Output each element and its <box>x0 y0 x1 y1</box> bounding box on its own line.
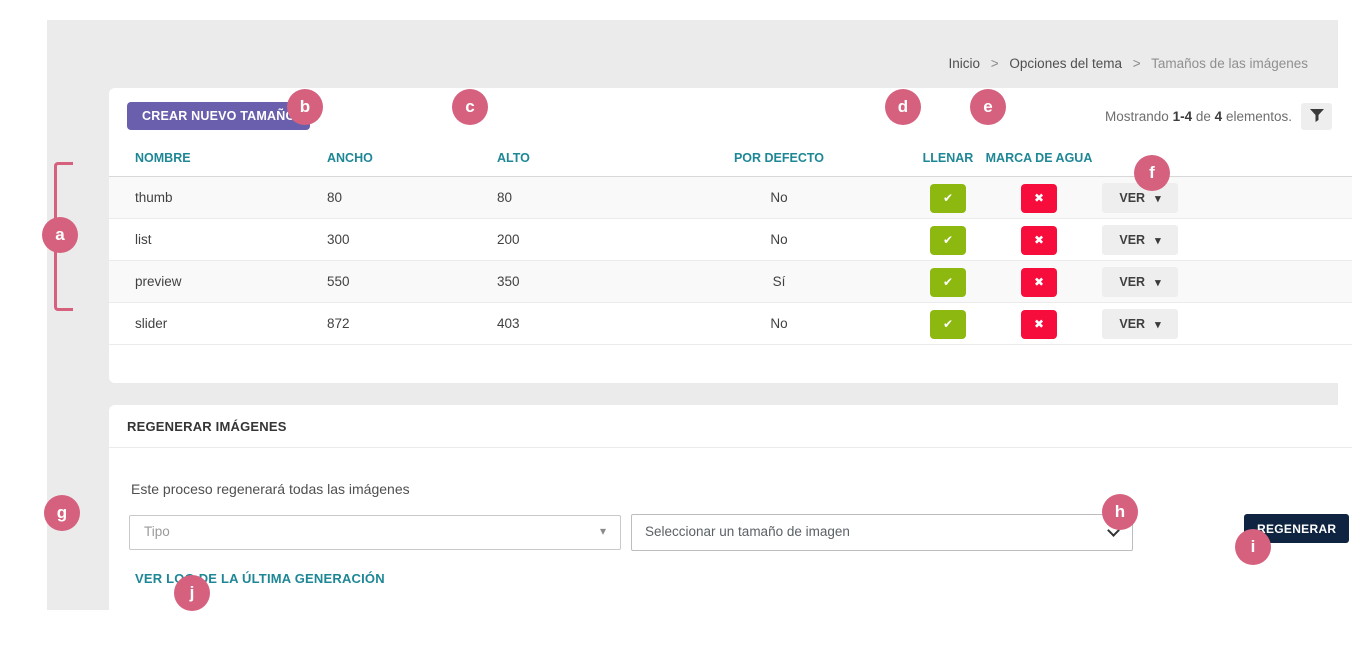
annotation-i: i <box>1235 529 1271 565</box>
column-header-nombre[interactable]: NOMBRE <box>135 151 191 165</box>
cell-nombre: slider <box>135 303 167 345</box>
annotation-d: d <box>885 89 921 125</box>
check-icon: ✔ <box>943 233 953 247</box>
content-background: Inicio > Opciones del tema > Tamaños de … <box>47 20 1338 610</box>
annotation-f: f <box>1134 155 1170 191</box>
table-body: thumb 80 80 No ✔ ✖ VER ▾ list 300 200 No … <box>109 176 1352 345</box>
check-button[interactable]: ✔ <box>930 310 966 339</box>
ver-dropdown-button[interactable]: VER ▾ <box>1102 267 1178 297</box>
annotation-h: h <box>1102 494 1138 530</box>
showing-total: 4 <box>1215 109 1223 124</box>
cell-alto: 200 <box>497 219 520 261</box>
column-header-alto[interactable]: ALTO <box>497 151 530 165</box>
annotation-j: j <box>174 575 210 611</box>
cell-ancho: 300 <box>327 219 350 261</box>
cell-por-defecto: No <box>669 177 889 219</box>
table-row: slider 872 403 No ✔ ✖ VER ▾ <box>109 303 1352 345</box>
showing-of: de <box>1196 109 1211 124</box>
ver-dropdown-button[interactable]: VER ▾ <box>1102 309 1178 339</box>
cross-button[interactable]: ✖ <box>1021 226 1057 255</box>
annotation-e: e <box>970 89 1006 125</box>
table-row: preview 550 350 Sí ✔ ✖ VER ▾ <box>109 261 1352 303</box>
annotation-b: b <box>287 89 323 125</box>
breadcrumb-separator: > <box>1133 56 1141 71</box>
x-icon: ✖ <box>1034 275 1044 289</box>
cross-button[interactable]: ✖ <box>1021 268 1057 297</box>
cross-button[interactable]: ✖ <box>1021 310 1057 339</box>
cell-por-defecto: Sí <box>669 261 889 303</box>
check-button[interactable]: ✔ <box>930 268 966 297</box>
filter-button[interactable] <box>1301 103 1332 130</box>
cell-alto: 403 <box>497 303 520 345</box>
check-icon: ✔ <box>943 275 953 289</box>
regenerate-card-title: REGENERAR IMÁGENES <box>127 419 287 434</box>
page: Inicio > Opciones del tema > Tamaños de … <box>0 0 1352 646</box>
cell-alto: 350 <box>497 261 520 303</box>
image-sizes-card: CREAR NUEVO TAMAÑO Mostrando 1-4 de 4 el… <box>109 88 1352 383</box>
cell-por-defecto: No <box>669 219 889 261</box>
cross-button[interactable]: ✖ <box>1021 184 1057 213</box>
ver-label: VER <box>1119 317 1145 331</box>
caret-down-icon: ▾ <box>1155 235 1161 247</box>
x-icon: ✖ <box>1034 233 1044 247</box>
check-icon: ✔ <box>943 317 953 331</box>
table-row: list 300 200 No ✔ ✖ VER ▾ <box>109 219 1352 261</box>
column-header-ancho[interactable]: ANCHO <box>327 151 373 165</box>
cell-nombre: list <box>135 219 152 261</box>
type-select-placeholder: Tipo <box>144 524 170 539</box>
regenerate-images-card: REGENERAR IMÁGENES Este proceso regenera… <box>109 405 1352 615</box>
x-icon: ✖ <box>1034 317 1044 331</box>
breadcrumb-separator: > <box>991 56 999 71</box>
check-button[interactable]: ✔ <box>930 184 966 213</box>
cell-alto: 80 <box>497 177 512 219</box>
ver-dropdown-button[interactable]: VER ▾ <box>1102 183 1178 213</box>
cell-por-defecto: No <box>669 303 889 345</box>
ver-label: VER <box>1119 191 1145 205</box>
showing-range: 1-4 <box>1173 109 1193 124</box>
column-header-marca-de-agua[interactable]: MARCA DE AGUA <box>975 151 1103 165</box>
image-size-select-value: Seleccionar un tamaño de imagen <box>645 524 850 539</box>
type-select[interactable]: Tipo ▾ <box>129 515 621 550</box>
cell-ancho: 550 <box>327 261 350 303</box>
image-size-select[interactable]: Seleccionar un tamaño de imagen <box>631 514 1133 551</box>
breadcrumb-opciones-del-tema[interactable]: Opciones del tema <box>1009 56 1122 71</box>
caret-down-icon: ▾ <box>1155 319 1161 331</box>
x-icon: ✖ <box>1034 191 1044 205</box>
funnel-icon <box>1310 109 1324 125</box>
check-button[interactable]: ✔ <box>930 226 966 255</box>
regenerate-description: Este proceso regenerará todas las imágen… <box>131 481 410 497</box>
divider <box>109 447 1352 448</box>
ver-label: VER <box>1119 233 1145 247</box>
cell-ancho: 872 <box>327 303 350 345</box>
cell-nombre: thumb <box>135 177 173 219</box>
caret-down-icon: ▾ <box>1155 277 1161 289</box>
annotation-a: a <box>42 217 78 253</box>
showing-prefix: Mostrando <box>1105 109 1169 124</box>
caret-down-icon: ▾ <box>600 524 606 538</box>
view-log-link[interactable]: VER LOG DE LA ÚLTIMA GENERACIÓN <box>135 571 385 586</box>
check-icon: ✔ <box>943 191 953 205</box>
column-header-por-defecto[interactable]: POR DEFECTO <box>669 151 889 165</box>
ver-label: VER <box>1119 275 1145 289</box>
caret-down-icon: ▾ <box>1155 193 1161 205</box>
annotation-g: g <box>44 495 80 531</box>
ver-dropdown-button[interactable]: VER ▾ <box>1102 225 1178 255</box>
cell-nombre: preview <box>135 261 182 303</box>
breadcrumb: Inicio > Opciones del tema > Tamaños de … <box>948 56 1308 71</box>
breadcrumb-inicio[interactable]: Inicio <box>948 56 980 71</box>
create-new-size-button[interactable]: CREAR NUEVO TAMAÑO <box>127 102 310 130</box>
breadcrumb-current-page: Tamaños de las imágenes <box>1151 56 1308 71</box>
showing-results-text: Mostrando 1-4 de 4 elementos. <box>1105 109 1292 124</box>
annotation-c: c <box>452 89 488 125</box>
cell-ancho: 80 <box>327 177 342 219</box>
showing-suffix: elementos. <box>1226 109 1292 124</box>
